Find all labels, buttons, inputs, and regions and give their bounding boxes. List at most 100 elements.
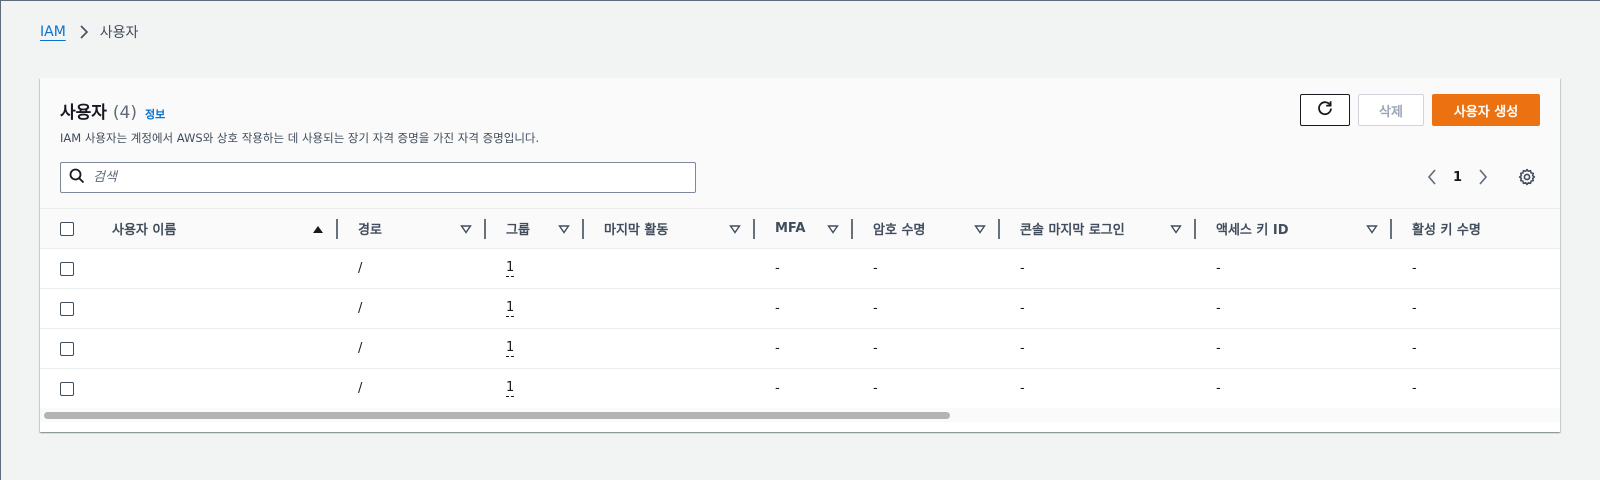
users-table-body: / 1 - - - - - / 1 - - - - - / 1 - - - - - / 1 - - - - - <box>40 249 1560 409</box>
breadcrumb: IAM 사용자 <box>40 22 138 42</box>
access-key-id-cell: - <box>1216 341 1221 356</box>
header-actions: 삭제 사용자 생성 <box>1300 94 1540 126</box>
password-age-cell: - <box>873 301 878 316</box>
table-row: / 1 - - - - - <box>40 249 1560 289</box>
active-key-age-cell: - <box>1412 341 1417 356</box>
user-name-cell[interactable] <box>92 289 338 329</box>
column-header-active-key-age[interactable]: 활성 키 수명 <box>1392 209 1560 249</box>
user-name-cell[interactable] <box>92 329 338 369</box>
path-cell: / <box>358 341 363 356</box>
caret-down-outline-icon <box>1366 224 1378 234</box>
table-row: / 1 - - - - - <box>40 289 1560 329</box>
table-settings-button[interactable] <box>1516 166 1538 188</box>
groups-count-link[interactable]: 1 <box>506 381 515 397</box>
caret-up-filled-icon <box>313 225 323 233</box>
breadcrumb-current: 사용자 <box>99 25 139 41</box>
row-select-cell <box>40 289 92 329</box>
console-last-signin-cell: - <box>1020 261 1025 276</box>
row-checkbox[interactable] <box>60 381 74 396</box>
mfa-cell: - <box>775 261 780 276</box>
column-header-path[interactable]: 경로 <box>338 209 486 249</box>
next-page-button[interactable] <box>1470 165 1496 189</box>
search-input[interactable] <box>93 163 695 192</box>
console-last-signin-cell: - <box>1020 301 1025 316</box>
caret-down-outline-icon <box>460 224 472 234</box>
prev-page-button[interactable] <box>1419 165 1445 189</box>
row-select-cell <box>40 249 92 289</box>
mfa-cell: - <box>775 301 780 316</box>
current-page[interactable]: 1 <box>1453 170 1462 185</box>
groups-cell: 1 <box>486 329 584 369</box>
info-link[interactable]: 정보 <box>145 106 165 122</box>
column-header-access-key-id[interactable]: 액세스 키 ID <box>1196 209 1392 249</box>
last-activity-cell <box>584 329 755 369</box>
title-row: 사용자 (4) 정보 <box>60 98 165 123</box>
page-title: 사용자 <box>60 103 107 123</box>
column-header-password-age[interactable]: 암호 수명 <box>853 209 1000 249</box>
caret-down-outline-icon <box>827 224 839 234</box>
row-select-cell <box>40 329 92 369</box>
active-key-age-cell: - <box>1412 381 1417 396</box>
path-cell: / <box>358 301 363 316</box>
delete-button[interactable]: 삭제 <box>1358 94 1424 126</box>
gear-icon <box>1518 168 1536 186</box>
path-cell: / <box>358 381 363 396</box>
refresh-icon <box>1316 99 1334 121</box>
mfa-cell: - <box>775 381 780 396</box>
password-age-cell: - <box>873 261 878 276</box>
groups-cell: 1 <box>486 249 584 289</box>
groups-cell: 1 <box>486 369 584 409</box>
groups-count-link[interactable]: 1 <box>506 261 515 277</box>
search-box <box>60 162 696 193</box>
user-name-cell[interactable] <box>92 249 338 289</box>
caret-down-outline-icon <box>974 224 986 234</box>
chevron-left-icon <box>1427 169 1436 185</box>
access-key-id-cell: - <box>1216 381 1221 396</box>
access-key-id-cell: - <box>1216 301 1221 316</box>
row-checkbox[interactable] <box>60 261 74 276</box>
caret-down-outline-icon <box>1170 224 1182 234</box>
access-key-id-cell: - <box>1216 261 1221 276</box>
password-age-cell: - <box>873 341 878 356</box>
groups-cell: 1 <box>486 289 584 329</box>
table-row: / 1 - - - - - <box>40 369 1560 409</box>
console-last-signin-cell: - <box>1020 341 1025 356</box>
create-user-button[interactable]: 사용자 생성 <box>1432 94 1540 126</box>
column-header-console-last-signin[interactable]: 콘솔 마지막 로그인 <box>1000 209 1196 249</box>
groups-count-link[interactable]: 1 <box>506 341 515 357</box>
users-table-wrap: 사용자 이름 경로 그룹 마지막 활동 MFA 암호 수명 콘솔 마지막 로그인… <box>40 208 1560 409</box>
row-checkbox[interactable] <box>60 341 74 356</box>
chevron-right-icon <box>79 25 89 39</box>
horizontal-scrollbar[interactable] <box>40 408 1560 422</box>
users-table-container: 사용자 (4) 정보 IAM 사용자는 계정에서 AWS와 상호 작용하는 데 … <box>40 78 1560 432</box>
caret-down-outline-icon <box>558 224 570 234</box>
caret-down-outline-icon <box>729 224 741 234</box>
column-header-last-activity[interactable]: 마지막 활동 <box>584 209 755 249</box>
page-description: IAM 사용자는 계정에서 AWS와 상호 작용하는 데 사용되는 장기 자격 … <box>60 131 540 145</box>
search-icon <box>69 168 85 188</box>
breadcrumb-iam-link[interactable]: IAM <box>40 24 66 40</box>
last-activity-cell <box>584 249 755 289</box>
last-activity-cell <box>584 369 755 409</box>
scrollbar-thumb[interactable] <box>44 412 950 419</box>
user-name-cell[interactable] <box>92 369 338 409</box>
column-header-groups[interactable]: 그룹 <box>486 209 584 249</box>
select-all-header <box>40 209 92 249</box>
select-all-checkbox[interactable] <box>60 221 74 236</box>
table-row: / 1 - - - - - <box>40 329 1560 369</box>
active-key-age-cell: - <box>1412 261 1417 276</box>
last-activity-cell <box>584 289 755 329</box>
groups-count-link[interactable]: 1 <box>506 301 515 317</box>
column-header-mfa[interactable]: MFA <box>755 209 853 249</box>
mfa-cell: - <box>775 341 780 356</box>
chevron-right-icon <box>1479 169 1488 185</box>
pagination: 1 <box>1419 165 1496 189</box>
refresh-button[interactable] <box>1300 94 1350 126</box>
column-header-user-name[interactable]: 사용자 이름 <box>92 209 338 249</box>
table-header-row: 사용자 이름 경로 그룹 마지막 활동 MFA 암호 수명 콘솔 마지막 로그인… <box>40 208 1560 249</box>
row-select-cell <box>40 369 92 409</box>
row-checkbox[interactable] <box>60 301 74 316</box>
user-count: (4) <box>112 103 138 123</box>
console-last-signin-cell: - <box>1020 381 1025 396</box>
users-table: 사용자 이름 경로 그룹 마지막 활동 MFA 암호 수명 콘솔 마지막 로그인… <box>40 208 1560 409</box>
